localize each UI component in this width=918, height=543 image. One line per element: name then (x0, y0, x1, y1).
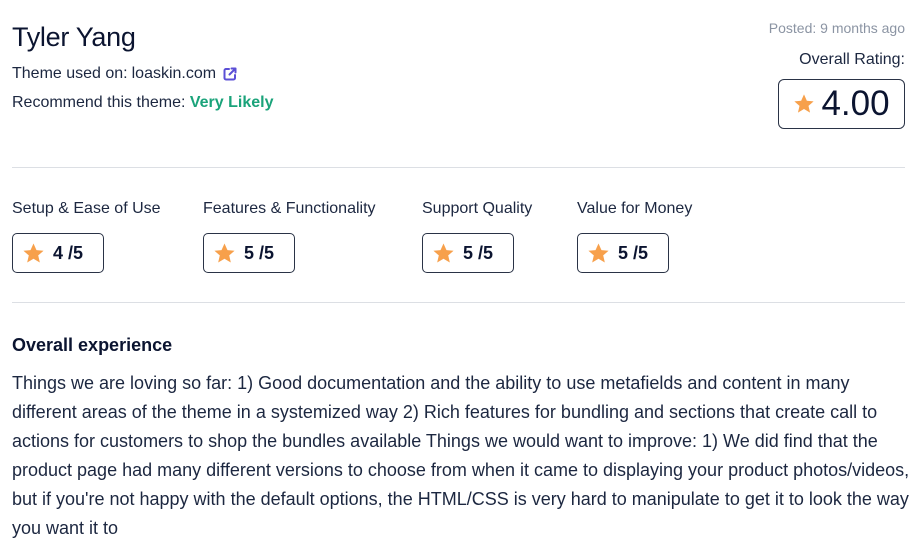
criterion-label: Support Quality (422, 200, 533, 217)
experience-title: Overall experience (12, 335, 173, 355)
criterion-label: Features & Functionality (203, 200, 376, 217)
criterion-score: 5 /5 (618, 242, 649, 263)
posted-date: Posted: 9 months ago (768, 20, 905, 36)
review-header: Tyler Yang Theme used on: loaskin.com Re… (12, 0, 905, 150)
theme-used-site: loaskin.com (131, 65, 217, 82)
criterion-label: Setup & Ease of Use (12, 200, 161, 217)
criterion-score: 5 /5 (244, 242, 275, 263)
theme-used-label: Theme used on: (12, 65, 128, 82)
recommend-line: Recommend this theme: Very Likely (12, 92, 273, 114)
star-icon (794, 94, 815, 113)
overall-rating-label: Overall Rating: (799, 51, 905, 68)
review-body: Things we are loving so far: 1) Good doc… (12, 373, 910, 538)
star-icon (433, 242, 454, 263)
criterion-value: Value for Money 5 /5 (577, 199, 692, 273)
criterion-score: 5 /5 (463, 242, 494, 263)
criterion-setup: Setup & Ease of Use 4 /5 (12, 199, 161, 273)
divider (12, 167, 905, 168)
recommend-label: Recommend this theme: (12, 94, 190, 111)
recommend-value: Very Likely (189, 94, 274, 111)
criterion-score-badge: 4 /5 (12, 233, 104, 273)
criterion-score-badge: 5 /5 (422, 233, 514, 273)
star-icon (588, 242, 609, 263)
overall-rating-badge: 4.00 (778, 79, 905, 129)
criterion-score-badge: 5 /5 (577, 233, 669, 273)
criterion-label: Value for Money (577, 200, 693, 217)
star-icon (214, 242, 235, 263)
theme-used-line: Theme used on: loaskin.com (12, 63, 238, 85)
criterion-score: 4 /5 (53, 242, 84, 263)
divider (12, 302, 905, 303)
criterion-support: Support Quality 5 /5 (422, 199, 532, 273)
reviewer-name: Tyler Yang (12, 22, 136, 52)
criterion-features: Features & Functionality 5 /5 (203, 199, 376, 273)
criterion-score-badge: 5 /5 (203, 233, 295, 273)
star-icon (23, 242, 44, 263)
external-link-icon[interactable] (222, 66, 238, 82)
overall-rating-value: 4.00 (821, 84, 890, 123)
